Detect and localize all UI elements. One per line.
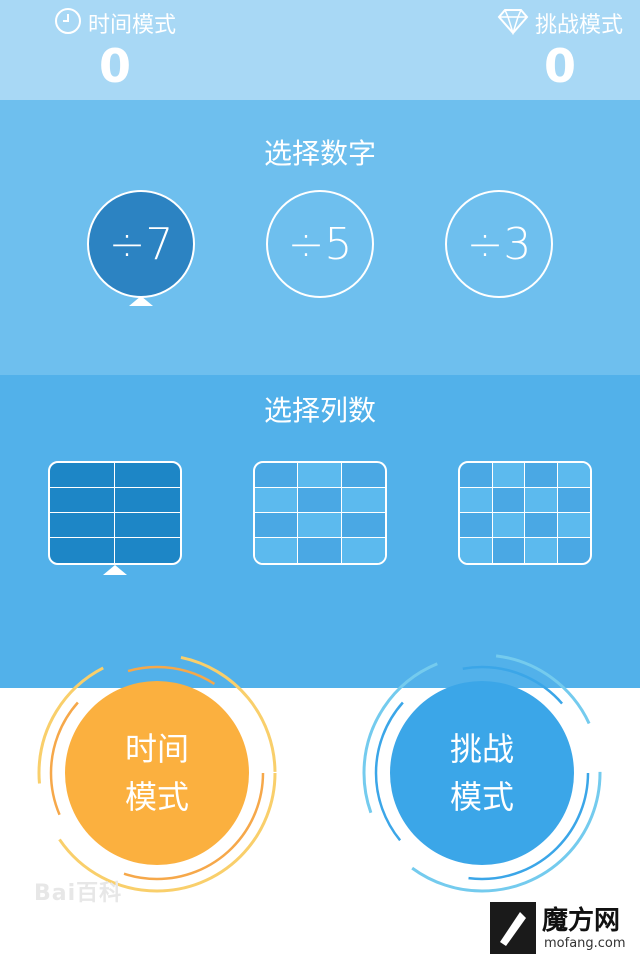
grid-cell — [115, 513, 180, 538]
time-mode-label: 时间模式 — [87, 13, 176, 38]
grid-cell — [255, 513, 299, 538]
divide-5-label: ÷5 — [287, 218, 353, 270]
divide-5-option[interactable]: ÷5 — [266, 190, 374, 298]
grid-cell — [341, 538, 385, 563]
divide-7-label: ÷7 — [108, 218, 174, 270]
time-mode-score-value: 0 — [98, 39, 131, 93]
challenge-mode-button-line1: 挑战 — [449, 730, 514, 768]
time-mode-button-wrap: 时间 模式 — [32, 648, 282, 898]
grid-cell — [525, 513, 558, 538]
grid-cell — [298, 463, 342, 488]
challenge-mode-label: 挑战模式 — [534, 13, 623, 38]
grid-cell — [50, 513, 115, 538]
challenge-mode-button[interactable]: 挑战 模式 — [390, 681, 574, 865]
challenge-mode-button-line2: 模式 — [449, 778, 514, 816]
grid-cell — [341, 463, 385, 488]
mofang-watermark-cn: 魔方网 — [542, 906, 621, 936]
grid-cell — [460, 538, 493, 563]
two-column-option[interactable] — [48, 461, 182, 565]
grid-cell — [557, 513, 590, 538]
grid-cell — [525, 463, 558, 488]
clock-icon — [54, 7, 82, 39]
column-section-title: 选择列数 — [263, 394, 376, 427]
time-mode-button-line2: 模式 — [124, 778, 189, 816]
grid-cell — [298, 513, 342, 538]
grid-cell — [115, 538, 180, 563]
grid-cell — [255, 463, 299, 488]
mofang-watermark-en: mofang.com — [544, 936, 626, 951]
three-column-option[interactable] — [253, 461, 387, 565]
score-header: 时间模式 0 挑战模式 0 — [0, 0, 640, 100]
grid-cell — [557, 488, 590, 513]
four-column-option[interactable] — [458, 461, 592, 565]
grid-cell — [558, 538, 591, 563]
diamond-icon — [497, 7, 529, 39]
grid-cell — [341, 513, 385, 538]
grid-cell — [298, 488, 342, 513]
mofang-logo-icon — [490, 902, 536, 954]
time-mode-button[interactable]: 时间 模式 — [65, 681, 249, 865]
grid-cell — [341, 488, 385, 513]
number-selection-section: 选择数字 ÷7 ÷5 ÷3 — [0, 100, 640, 375]
grid-cell — [115, 463, 180, 488]
divide-3-option[interactable]: ÷3 — [445, 190, 553, 298]
grid-cell — [460, 513, 493, 538]
grid-cell — [557, 463, 590, 488]
time-mode-score: 时间模式 0 — [20, 6, 210, 92]
column-selection-section: 选择列数 — [0, 375, 640, 688]
grid-cell — [50, 538, 115, 563]
divide-3-label: ÷3 — [466, 218, 532, 270]
number-section-title: 选择数字 — [263, 137, 376, 170]
grid-cell — [255, 538, 299, 563]
challenge-mode-score: 挑战模式 0 — [465, 6, 640, 92]
grid-cell — [492, 488, 525, 513]
mofang-watermark: 魔方网 mofang.com — [486, 898, 640, 960]
challenge-mode-score-value: 0 — [543, 39, 576, 93]
grid-cell — [115, 488, 180, 513]
selected-number-pointer — [129, 296, 153, 306]
grid-cell — [525, 538, 558, 563]
grid-cell — [298, 538, 342, 563]
grid-cell — [460, 463, 493, 488]
grid-cell — [50, 488, 115, 513]
selected-column-pointer — [103, 565, 127, 575]
divide-7-option[interactable]: ÷7 — [87, 190, 195, 298]
grid-cell — [492, 463, 525, 488]
time-mode-button-line1: 时间 — [124, 730, 189, 768]
grid-cell — [525, 488, 558, 513]
grid-cell — [492, 513, 525, 538]
grid-cell — [460, 488, 493, 513]
grid-cell — [255, 488, 299, 513]
challenge-mode-button-wrap: 挑战 模式 — [357, 648, 607, 898]
grid-cell — [50, 463, 115, 488]
baidu-watermark: Bai百科 — [34, 881, 123, 906]
grid-cell — [493, 538, 525, 563]
